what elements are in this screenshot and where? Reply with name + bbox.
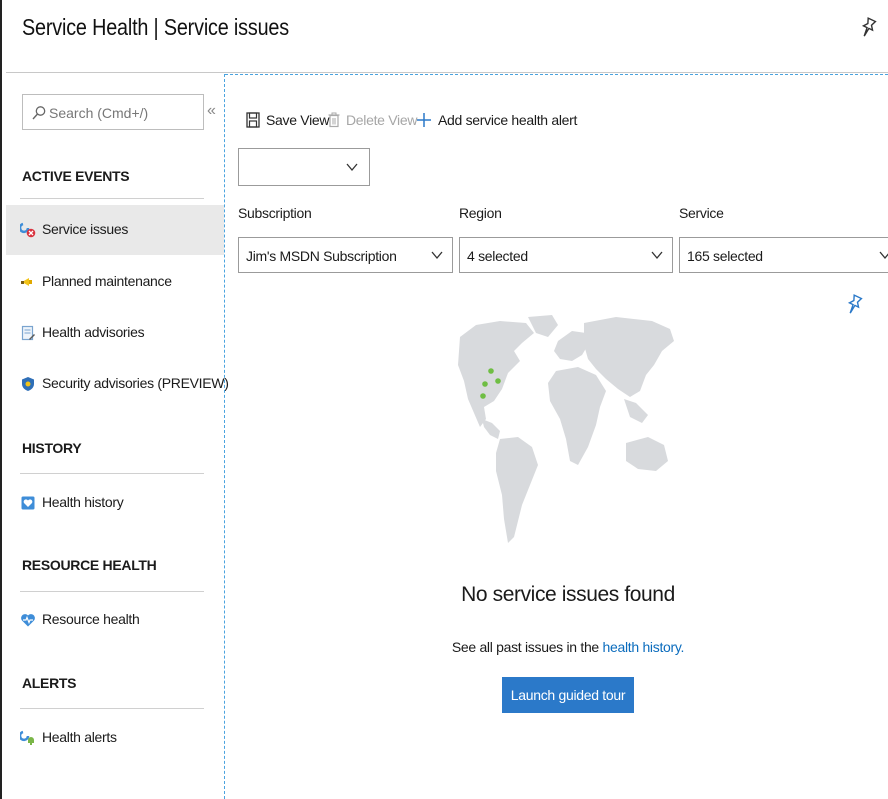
map-region-point — [495, 378, 501, 384]
map-southeast-asia — [624, 399, 648, 423]
section-heading-history: HISTORY — [22, 440, 82, 456]
sidebar-item-health-history[interactable]: Health history — [6, 478, 224, 528]
plus-icon — [417, 113, 431, 127]
sidebar-item-health-advisories[interactable]: Health advisories — [6, 308, 224, 358]
world-map — [458, 315, 674, 543]
delete-view-button[interactable]: Delete View — [328, 107, 417, 133]
page-title: Service Health | Service issues — [22, 14, 289, 40]
map-north-america — [458, 321, 534, 427]
sidebar-item-label: Health history — [42, 494, 124, 510]
empty-state-subtitle: See all past issues in the health histor… — [226, 639, 888, 655]
health-alerts-icon — [20, 730, 34, 745]
chevron-down-icon — [879, 251, 888, 260]
map-central-america — [482, 419, 500, 439]
search-icon — [32, 106, 46, 120]
delete-view-label: Delete View — [346, 112, 418, 128]
section-divider — [20, 198, 204, 199]
empty-state-title: No service issues found — [461, 583, 675, 606]
sidebar-item-resource-health[interactable]: Resource health — [6, 595, 224, 645]
chevron-down-icon — [651, 251, 663, 260]
megaphone-icon — [21, 278, 32, 286]
sidebar-item-security-advisories[interactable]: Security advisories (PREVIEW) — [6, 359, 229, 409]
main-content: Save View Delete View Add service health… — [226, 75, 888, 799]
section-heading-resource-health: RESOURCE HEALTH — [22, 557, 157, 573]
section-divider — [20, 591, 204, 592]
sidebar-divider[interactable] — [224, 74, 225, 799]
map-australia — [626, 437, 668, 471]
section-divider — [20, 473, 204, 474]
empty-state-subtitle-text: See all past issues in the — [451, 639, 603, 655]
subscription-label: Subscription — [238, 205, 312, 221]
map-south-america — [496, 437, 538, 543]
service-label: Service — [679, 205, 724, 221]
section-divider — [20, 708, 204, 709]
map-europe — [554, 331, 588, 361]
sidebar-item-health-alerts[interactable]: Health alerts — [6, 713, 224, 763]
sidebar-item-label: Resource health — [42, 611, 140, 627]
sidebar-item-label: Health advisories — [42, 324, 145, 340]
title-bar: Service Health | Service issues ✕ — [6, 0, 888, 73]
save-view-label: Save View — [266, 112, 330, 128]
health-history-icon — [21, 496, 35, 510]
heart-pulse-icon — [21, 614, 35, 627]
service-select[interactable]: 165 selected — [679, 237, 888, 273]
subscription-value: Jim's MSDN Subscription — [246, 248, 397, 264]
sidebar-item-planned-maintenance[interactable]: Planned maintenance — [6, 257, 224, 307]
search-input[interactable] — [49, 101, 199, 125]
sidebar-item-label: Security advisories (PREVIEW) — [42, 375, 229, 391]
region-value: 4 selected — [467, 248, 528, 264]
sidebar-item-label: Health alerts — [42, 729, 117, 745]
launch-guided-tour-button[interactable]: Launch guided tour — [502, 677, 634, 713]
health-history-link[interactable]: health history. — [603, 639, 685, 655]
pin-icon[interactable] — [858, 16, 878, 40]
service-issues-icon — [20, 222, 36, 238]
collapse-sidebar-icon[interactable]: « — [207, 102, 216, 120]
service-value: 165 selected — [687, 248, 763, 264]
save-icon — [246, 112, 260, 128]
section-heading-active-events: ACTIVE EVENTS — [22, 168, 130, 184]
map-region-point — [482, 381, 488, 387]
pin-to-dashboard-icon[interactable] — [844, 293, 864, 317]
search-box[interactable] — [22, 94, 204, 130]
sidebar-item-label: Planned maintenance — [42, 273, 172, 289]
chevron-down-icon — [431, 251, 443, 260]
sidebar-item-service-issues[interactable]: Service issues — [6, 205, 224, 255]
save-view-button[interactable]: Save View — [246, 107, 330, 133]
sidebar: « ACTIVE EVENTS Service issues Planned m… — [6, 74, 229, 799]
section-heading-alerts: ALERTS — [22, 675, 77, 691]
add-service-health-alert-button[interactable]: Add service health alert — [416, 107, 577, 133]
advisory-document-icon — [21, 325, 35, 341]
view-select[interactable] — [238, 148, 370, 186]
shield-icon — [22, 377, 34, 391]
map-region-point — [488, 368, 494, 374]
region-select[interactable]: 4 selected — [459, 237, 673, 273]
sidebar-item-label: Service issues — [42, 221, 129, 237]
add-alert-label: Add service health alert — [438, 112, 578, 128]
trash-icon — [328, 112, 340, 128]
subscription-select[interactable]: Jim's MSDN Subscription — [238, 237, 453, 273]
chevron-down-icon — [346, 163, 358, 172]
region-label: Region — [459, 205, 502, 221]
map-africa — [548, 367, 606, 465]
map-region-point — [480, 393, 486, 399]
